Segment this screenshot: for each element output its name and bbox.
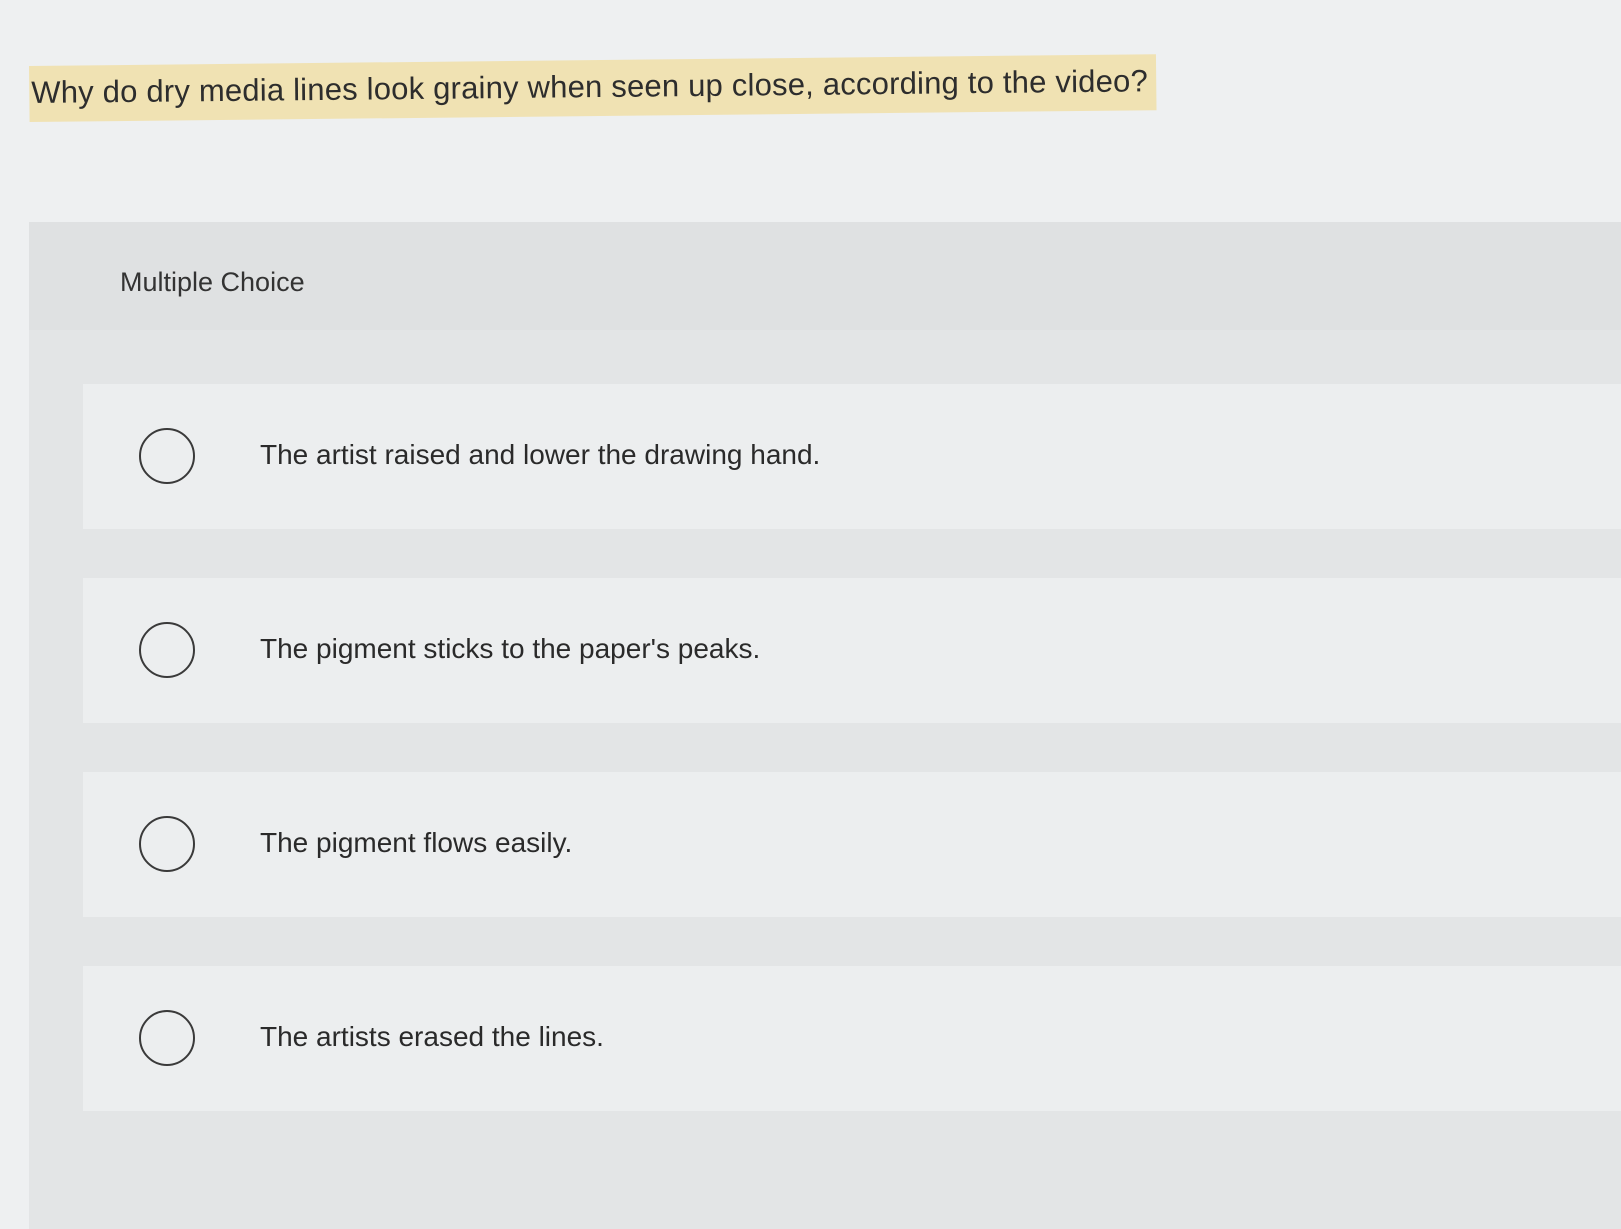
question-type-label: Multiple Choice [120,267,305,297]
answer-option-label[interactable]: The pigment flows easily. [260,824,572,862]
answer-option-4[interactable]: The artists erased the lines. [83,966,1621,1111]
answer-option-2[interactable]: The pigment sticks to the paper's peaks. [83,578,1621,723]
answer-option-3[interactable]: The pigment flows easily. [83,772,1621,917]
answer-option-label[interactable]: The pigment sticks to the paper's peaks. [260,630,760,668]
multiple-choice-panel: Multiple Choice The artist raised and lo… [29,222,1621,1229]
radio-button-icon[interactable] [139,622,195,678]
answer-option-label[interactable]: The artists erased the lines. [260,1018,604,1056]
radio-button-icon[interactable] [139,816,195,872]
question-text: Why do dry media lines look grainy when … [29,54,1157,122]
answer-option-1[interactable]: The artist raised and lower the drawing … [83,384,1621,529]
panel-header: Multiple Choice [29,222,1621,330]
radio-button-icon[interactable] [139,428,195,484]
radio-button-icon[interactable] [139,1010,195,1066]
answer-option-label[interactable]: The artist raised and lower the drawing … [260,436,820,474]
